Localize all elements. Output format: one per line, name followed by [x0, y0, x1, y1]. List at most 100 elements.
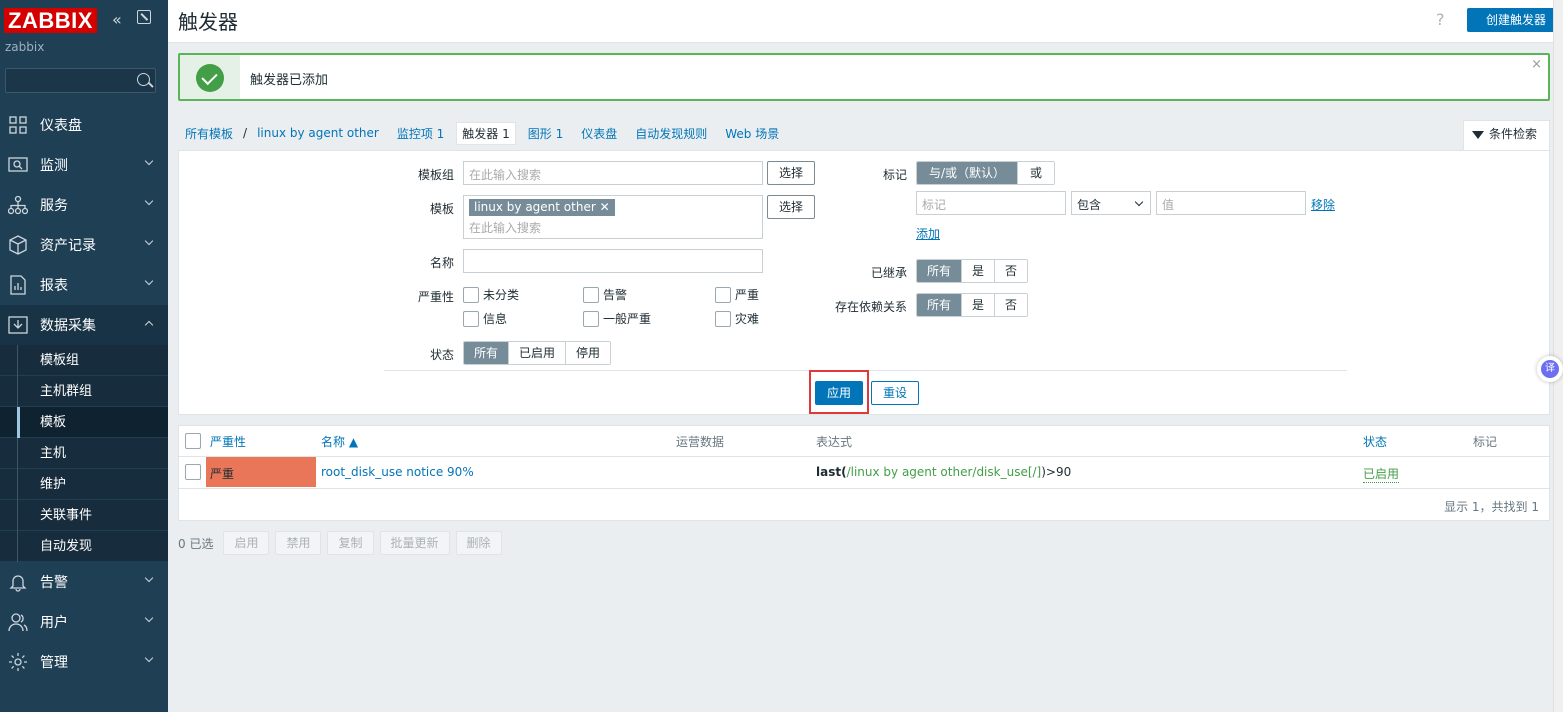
severity-disaster[interactable]: 灾难 [715, 310, 759, 327]
deps-all[interactable]: 所有 [917, 294, 962, 316]
tag-value-input[interactable]: 值 [1156, 191, 1306, 215]
nav-inventory[interactable]: 资产记录 [0, 225, 168, 265]
deps-yes[interactable]: 是 [961, 294, 995, 316]
col-severity[interactable]: 严重性 [210, 433, 246, 450]
crumb-all-templates[interactable]: 所有模板 [185, 125, 233, 142]
kiosk-mode-icon[interactable] [137, 10, 151, 24]
status-toggle[interactable]: 已启用 [1363, 465, 1400, 483]
tab-graphs[interactable]: 图形 1 [528, 125, 563, 142]
checkbox[interactable] [463, 310, 479, 327]
severity-not-classified[interactable]: 未分类 [463, 286, 519, 303]
tab-discovery-rules[interactable]: 自动发现规则 [635, 125, 707, 142]
close-icon[interactable]: ✕ [600, 200, 610, 214]
checkbox[interactable] [463, 286, 479, 303]
submenu-hosts[interactable]: 主机 [0, 438, 168, 469]
collapse-sidebar-icon[interactable]: « [112, 10, 122, 29]
message-icon-box [180, 55, 240, 99]
submenu-template-groups[interactable]: 模板组 [0, 345, 168, 376]
tag-operator-select[interactable]: 包含 [1071, 191, 1151, 215]
submenu-maintenance[interactable]: 维护 [0, 469, 168, 500]
close-icon[interactable]: × [1531, 57, 1542, 72]
crumb-link[interactable]: 图形 1 [528, 127, 563, 141]
expr-item-key[interactable]: /linux by agent other/disk_use[/] [847, 465, 1042, 479]
sidebar-search-input[interactable] [5, 68, 156, 93]
checkbox[interactable] [715, 286, 731, 303]
tag-name-input[interactable]: 标记 [916, 191, 1066, 215]
crumb-template[interactable]: linux by agent other [257, 126, 379, 140]
bulk-delete-button[interactable]: 删除 [455, 531, 502, 555]
search-icon[interactable] [137, 73, 150, 86]
tab-triggers[interactable]: 触发器 1 [456, 121, 516, 145]
deps-no[interactable]: 否 [994, 294, 1028, 316]
row-checkbox[interactable] [185, 464, 201, 480]
nav-administration[interactable]: 管理 [0, 642, 168, 682]
dependencies-label: 存在依赖关系 [834, 300, 907, 314]
severity-average[interactable]: 一般严重 [583, 310, 651, 327]
nav-services[interactable]: 服务 [0, 185, 168, 225]
add-tag-link[interactable]: 添加 [916, 225, 940, 242]
bulk-mass-update-button[interactable]: 批量更新 [379, 531, 450, 555]
crumb-link[interactable]: 仪表盘 [581, 127, 617, 141]
monitoring-icon [8, 157, 28, 172]
bulk-enable-button[interactable]: 启用 [223, 531, 270, 555]
tab-items[interactable]: 监控项 1 [397, 125, 444, 142]
inherited-no[interactable]: 否 [994, 260, 1028, 282]
state-disabled[interactable]: 停用 [565, 342, 611, 364]
translate-widget[interactable]: 译 [1537, 356, 1563, 382]
col-name[interactable]: 名称 ▲ [321, 433, 358, 450]
bulk-copy-button[interactable]: 复制 [327, 531, 374, 555]
crumb-link[interactable]: Web 场景 [725, 127, 779, 141]
submenu-templates[interactable]: 模板 [0, 407, 168, 438]
select-template-group-button[interactable]: 选择 [767, 161, 815, 185]
submenu-host-groups[interactable]: 主机群组 [0, 376, 168, 407]
state-enabled[interactable]: 已启用 [508, 342, 566, 364]
create-trigger-button[interactable]: 创建触发器 [1467, 8, 1563, 32]
col-expression: 表达式 [816, 435, 853, 449]
inherited-all[interactable]: 所有 [917, 260, 962, 282]
crumb-link[interactable]: 自动发现规则 [635, 127, 707, 141]
severity-high[interactable]: 严重 [715, 286, 759, 303]
submenu-event-correlation[interactable]: 关联事件 [0, 500, 168, 531]
severity-warning[interactable]: 告警 [583, 286, 627, 303]
severity-label: 严重性 [417, 290, 454, 304]
nav-alerts[interactable]: 告警 [0, 562, 168, 602]
severity-information[interactable]: 信息 [463, 310, 507, 327]
apply-button[interactable]: 应用 [815, 381, 863, 405]
template-search-placeholder[interactable]: 在此输入搜索 [469, 219, 541, 236]
chevron-down-icon [144, 573, 154, 583]
name-input[interactable] [463, 249, 763, 273]
tab-web-scenarios[interactable]: Web 场景 [725, 125, 779, 142]
checkbox[interactable] [583, 286, 599, 303]
crumb-link[interactable]: 监控项 1 [397, 127, 444, 141]
nav-dashboard[interactable]: 仪表盘 [0, 105, 168, 145]
help-icon[interactable]: ? [1436, 10, 1445, 29]
tag-and-or[interactable]: 与/或（默认） [917, 162, 1018, 184]
nav-data-collection[interactable]: 数据采集 [0, 305, 168, 345]
tag-or[interactable]: 或 [1017, 162, 1055, 184]
inherited-yes[interactable]: 是 [961, 260, 995, 282]
nav-reports[interactable]: 报表 [0, 265, 168, 305]
trigger-name-link[interactable]: root_disk_use notice 90% [321, 465, 474, 479]
bulk-disable-button[interactable]: 禁用 [275, 531, 322, 555]
state-all[interactable]: 所有 [464, 342, 509, 364]
page-title: 触发器 [178, 10, 238, 34]
col-status[interactable]: 状态 [1363, 433, 1387, 450]
zabbix-logo[interactable]: ZABBIX [4, 8, 97, 33]
nav-monitoring[interactable]: 监测 [0, 145, 168, 185]
crumb-link[interactable]: 所有模板 [185, 127, 233, 141]
checkbox[interactable] [583, 310, 599, 327]
remove-tag-link[interactable]: 移除 [1311, 196, 1335, 213]
translate-icon: 译 [1541, 360, 1559, 378]
template-group-input[interactable]: 在此输入搜索 [463, 161, 763, 185]
nav-users[interactable]: 用户 [0, 602, 168, 642]
select-template-button[interactable]: 选择 [767, 195, 815, 219]
submenu-discovery[interactable]: 自动发现 [0, 531, 168, 562]
reset-button[interactable]: 重设 [871, 381, 919, 405]
tab-dashboards[interactable]: 仪表盘 [581, 125, 617, 142]
filter-toggle-tab[interactable]: 条件检索 [1463, 120, 1550, 150]
checkbox[interactable] [715, 310, 731, 327]
select-value: 包含 [1077, 198, 1102, 212]
crumb-link[interactable]: linux by agent other [257, 126, 379, 140]
template-multiselect[interactable]: linux by agent other ✕ 在此输入搜索 [463, 195, 763, 239]
select-all-checkbox[interactable] [185, 433, 201, 449]
